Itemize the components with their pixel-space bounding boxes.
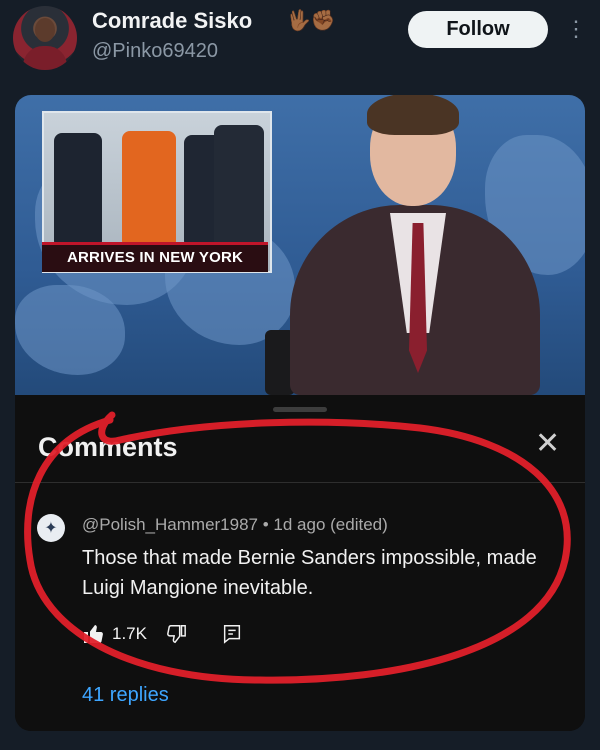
- post-header: Comrade Sisko 🖖🏾✊🏾 @Pinko69420 Follow ⋮: [0, 0, 600, 80]
- user-handle[interactable]: @Pinko69420: [92, 40, 218, 63]
- comments-title: Comments: [38, 432, 178, 462]
- news-caption: ARRIVES IN NEW YORK: [42, 242, 268, 272]
- divider: [15, 482, 585, 483]
- follow-button[interactable]: Follow: [408, 11, 548, 48]
- post-media[interactable]: ARRIVES IN NEW YORK Comments ✕ ✦ @Polish…: [15, 95, 585, 731]
- replies-link[interactable]: 41 replies: [82, 684, 169, 707]
- reply-icon[interactable]: [221, 623, 243, 645]
- name-emojis: 🖖🏾✊🏾: [286, 10, 336, 32]
- thumbs-down-icon[interactable]: [165, 623, 187, 645]
- like-count: 1.7K: [112, 624, 147, 643]
- commenter-avatar[interactable]: ✦: [37, 514, 65, 542]
- more-vertical-icon[interactable]: ⋮: [565, 14, 587, 44]
- close-icon[interactable]: ✕: [535, 429, 560, 459]
- avatar[interactable]: [13, 6, 77, 70]
- display-name[interactable]: Comrade Sisko: [92, 8, 252, 34]
- thumbs-up-icon[interactable]: [82, 622, 106, 646]
- comment-text: Those that made Bernie Sanders impossibl…: [82, 547, 537, 599]
- comment-meta[interactable]: @Polish_Hammer1987 • 1d ago (edited): [82, 515, 388, 535]
- drag-handle[interactable]: [273, 407, 327, 412]
- news-backdrop: ARRIVES IN NEW YORK: [15, 95, 585, 395]
- comments-panel: Comments ✕ ✦ @Polish_Hammer1987 • 1d ago…: [15, 395, 585, 731]
- comment-actions: 1.7K: [82, 621, 243, 647]
